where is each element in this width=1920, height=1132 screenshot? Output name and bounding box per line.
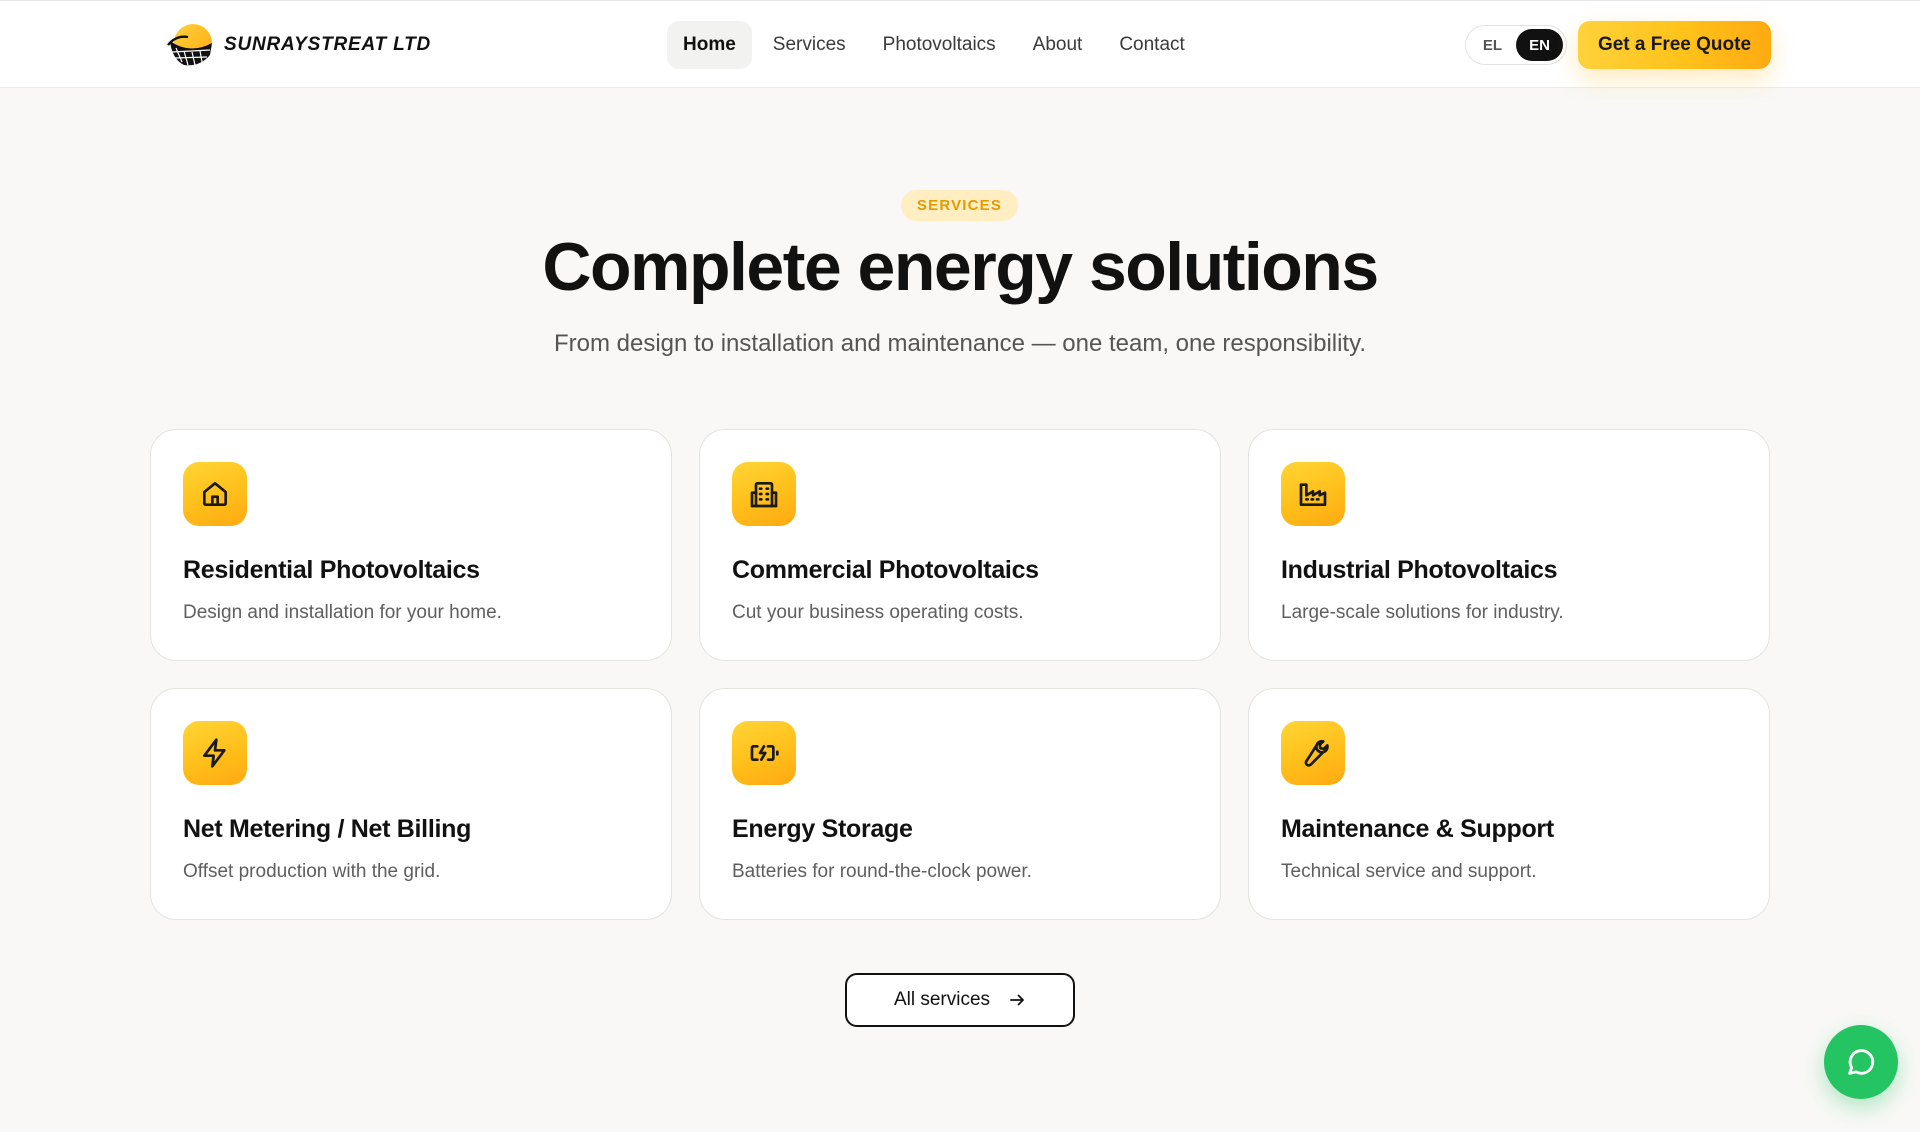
service-card-commercial[interactable]: Commercial Photovoltaics Cut your busine… bbox=[699, 429, 1221, 661]
card-icon-wrap bbox=[1281, 462, 1345, 526]
main-nav: Home Services Photovoltaics About Contac… bbox=[667, 21, 1201, 69]
chat-bubble-icon bbox=[1848, 1049, 1875, 1075]
nav-about[interactable]: About bbox=[1017, 21, 1099, 69]
logo[interactable]: SUNRAYSTREAT LTD bbox=[166, 21, 431, 69]
card-description: Technical service and support. bbox=[1281, 861, 1537, 882]
section-title: Complete energy solutions bbox=[542, 229, 1379, 305]
site-header: SUNRAYSTREAT LTD Home Services Photovolt… bbox=[0, 0, 1920, 88]
card-description: Design and installation for your home. bbox=[183, 602, 502, 623]
chat-button[interactable] bbox=[1824, 1025, 1898, 1099]
building-icon bbox=[750, 482, 778, 508]
section-subtitle: From design to installation and maintena… bbox=[553, 330, 1366, 357]
card-icon-wrap bbox=[732, 462, 796, 526]
card-title: Energy Storage bbox=[732, 815, 913, 843]
nav-services[interactable]: Services bbox=[757, 21, 862, 69]
wrench-icon bbox=[1304, 739, 1329, 767]
logo-text: SUNRAYSTREAT LTD bbox=[224, 34, 432, 55]
section-badge: SERVICES bbox=[901, 190, 1018, 221]
card-description: Batteries for round-the-clock power. bbox=[732, 861, 1032, 882]
all-services-label: All services bbox=[893, 989, 991, 1010]
lang-en-option[interactable]: EN bbox=[1516, 29, 1563, 61]
logo-sun-icon bbox=[167, 24, 212, 66]
card-title: Industrial Photovoltaics bbox=[1281, 556, 1558, 584]
get-quote-button[interactable]: Get a Free Quote bbox=[1578, 21, 1771, 69]
nav-photovoltaics[interactable]: Photovoltaics bbox=[867, 21, 1012, 69]
service-card-maintenance[interactable]: Maintenance & Support Technical service … bbox=[1248, 688, 1770, 920]
card-title: Commercial Photovoltaics bbox=[732, 556, 1039, 584]
service-card-industrial[interactable]: Industrial Photovoltaics Large-scale sol… bbox=[1248, 429, 1770, 661]
all-services-button[interactable]: All services bbox=[845, 973, 1075, 1027]
card-description: Large-scale solutions for industry. bbox=[1281, 602, 1564, 623]
card-title: Net Metering / Net Billing bbox=[183, 815, 472, 843]
card-icon-wrap bbox=[183, 462, 247, 526]
card-description: Cut your business operating costs. bbox=[732, 602, 1024, 623]
service-card-net-metering[interactable]: Net Metering / Net Billing Offset produc… bbox=[150, 688, 672, 920]
lang-el-option[interactable]: EL bbox=[1469, 29, 1516, 61]
card-title: Maintenance & Support bbox=[1281, 815, 1554, 843]
lightning-icon bbox=[203, 738, 226, 768]
service-card-energy-storage[interactable]: Energy Storage Batteries for round-the-c… bbox=[699, 688, 1221, 920]
arrow-right-icon bbox=[1010, 994, 1024, 1006]
home-icon bbox=[203, 482, 227, 506]
factory-icon bbox=[1299, 483, 1327, 506]
service-card-residential[interactable]: Residential Photovoltaics Design and ins… bbox=[150, 429, 672, 661]
card-description: Offset production with the grid. bbox=[183, 861, 441, 882]
language-switcher: EL EN bbox=[1465, 25, 1567, 65]
nav-home[interactable]: Home bbox=[667, 21, 752, 69]
battery-charging-icon bbox=[750, 745, 779, 761]
card-icon-wrap bbox=[732, 721, 796, 785]
nav-contact[interactable]: Contact bbox=[1103, 21, 1200, 69]
card-title: Residential Photovoltaics bbox=[183, 556, 480, 584]
card-icon-wrap bbox=[1281, 721, 1345, 785]
card-icon-wrap bbox=[183, 721, 247, 785]
